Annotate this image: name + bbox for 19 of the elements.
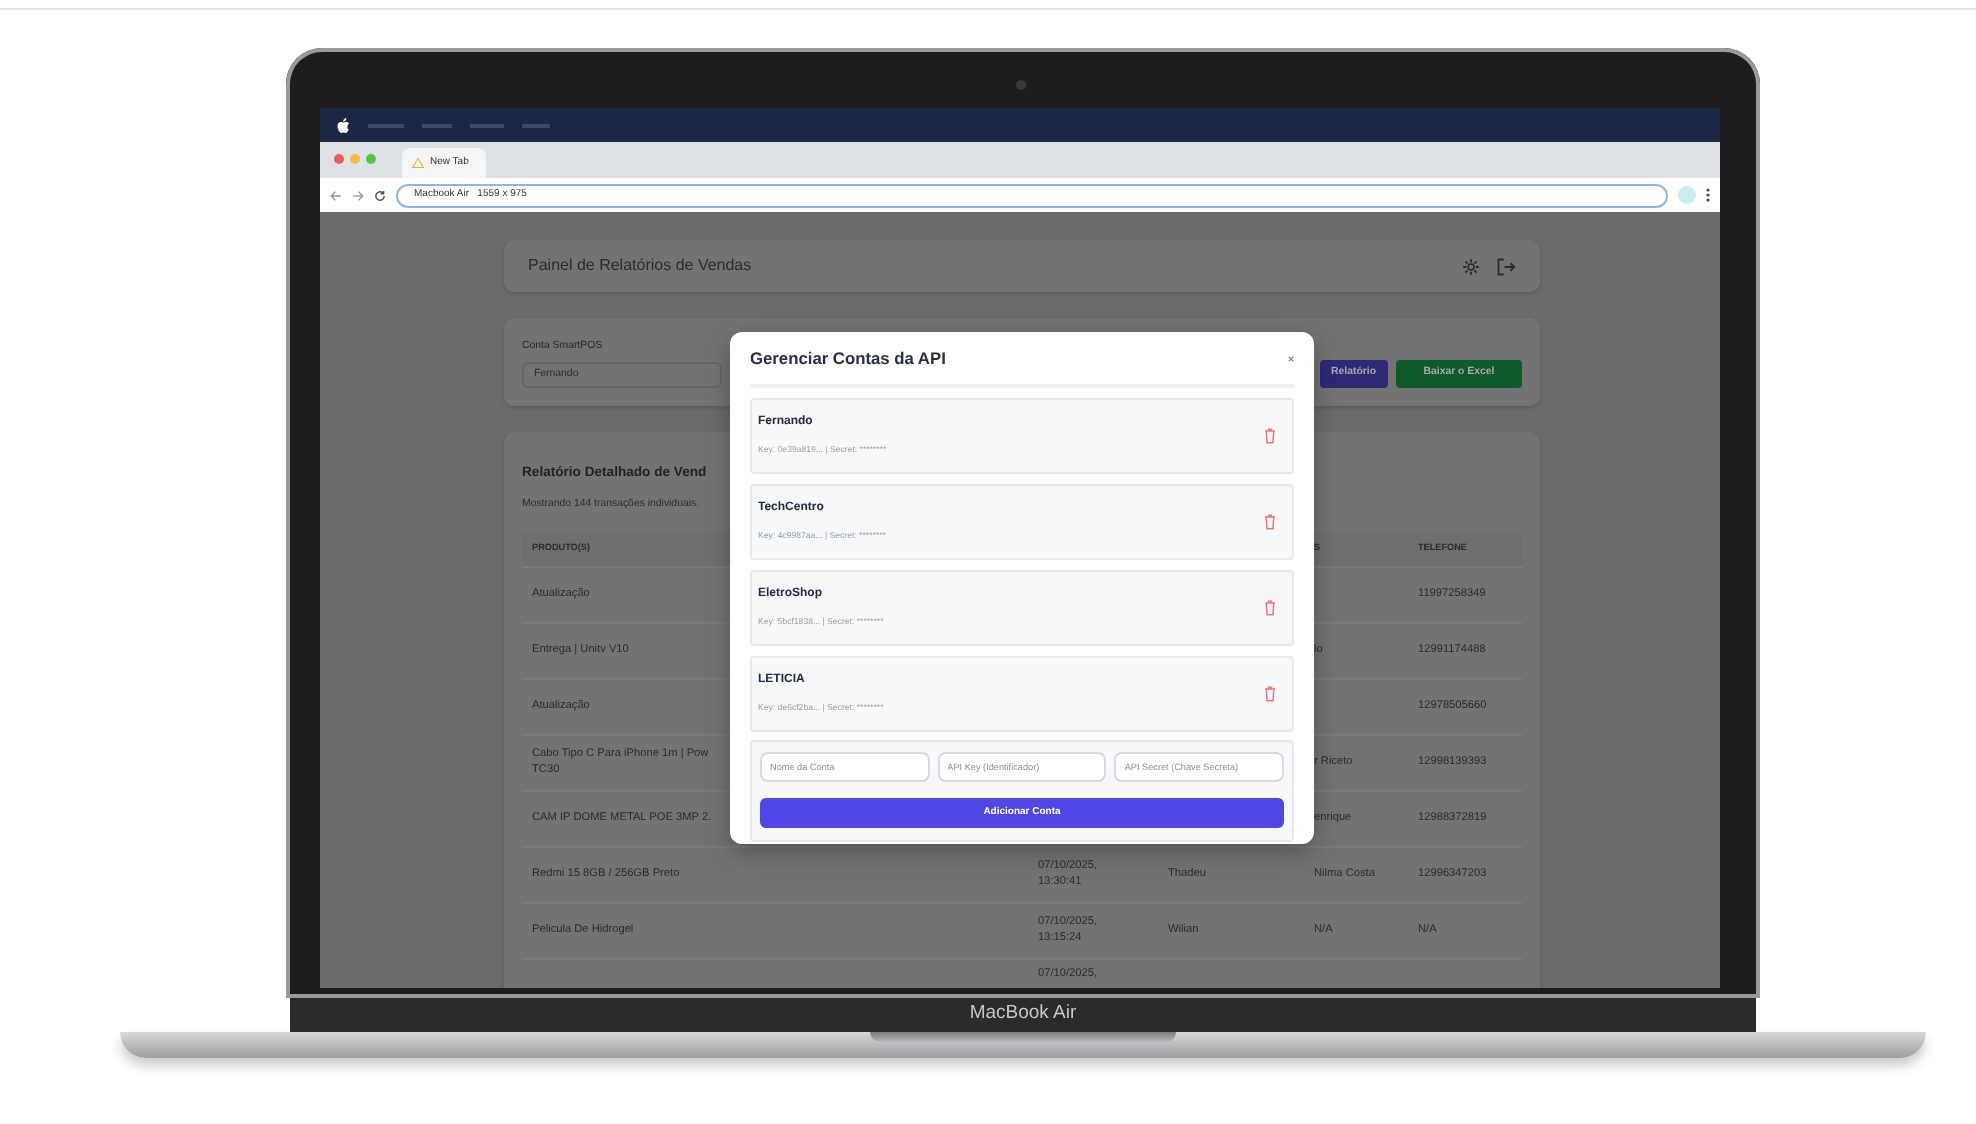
maximize-dot[interactable]	[366, 154, 376, 164]
modal-title: Gerenciar Contas da API	[750, 345, 946, 371]
apple-icon	[336, 117, 350, 133]
page-title: Painel de Relatórios de Vendas	[528, 254, 752, 278]
forward-arrow-icon[interactable]	[352, 189, 364, 201]
settings-icon[interactable]	[1462, 257, 1480, 275]
trash-icon[interactable]	[1264, 514, 1276, 530]
minimize-dot[interactable]	[350, 154, 360, 164]
trash-icon[interactable]	[1264, 428, 1276, 444]
reload-icon[interactable]	[374, 189, 386, 201]
back-arrow-icon[interactable]	[330, 189, 342, 201]
close-icon[interactable]	[1288, 355, 1294, 361]
close-dot[interactable]	[334, 154, 344, 164]
trash-icon[interactable]	[1264, 600, 1276, 616]
trash-icon[interactable]	[1264, 686, 1276, 702]
warning-icon	[412, 158, 424, 168]
device-label: MacBook Air	[290, 998, 1756, 1032]
camera-icon	[1016, 80, 1026, 90]
logout-icon[interactable]	[1496, 257, 1516, 275]
